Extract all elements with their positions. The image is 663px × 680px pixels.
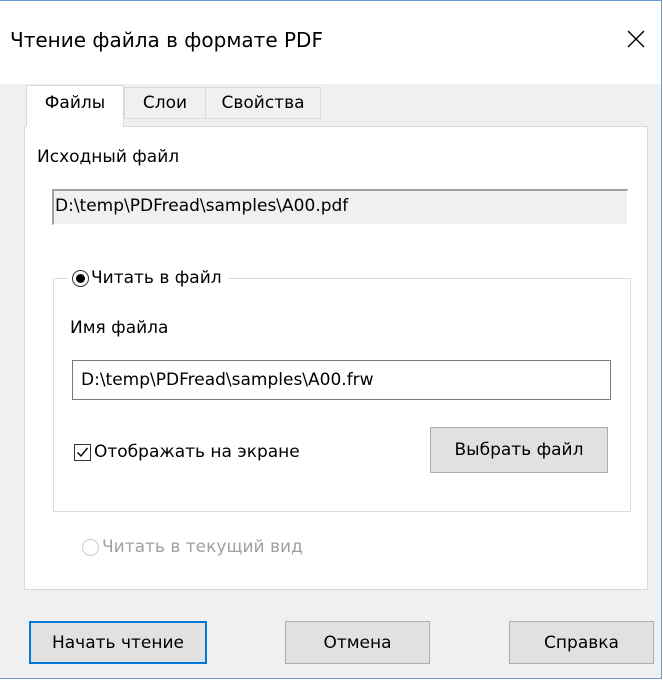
help-button-label: Справка	[544, 632, 619, 653]
title-bar: Чтение файла в формате PDF	[0, 1, 661, 84]
read-to-file-option[interactable]: Читать в файл	[68, 263, 228, 293]
tab-layers[interactable]: Слои	[124, 87, 206, 119]
tab-properties-label: Свойства	[221, 93, 305, 113]
close-icon	[627, 30, 645, 48]
tab-layers-label: Слои	[142, 93, 188, 113]
read-to-file-radio[interactable]	[72, 269, 89, 287]
show-on-screen-label: Отображать на экране	[94, 442, 300, 462]
read-to-current-view-option[interactable]: Читать в текущий вид	[82, 536, 303, 558]
tab-panel-files: Исходный файл D:\temp\PDFread\samples\A0…	[24, 126, 648, 590]
close-button[interactable]	[614, 19, 658, 59]
show-on-screen-checkbox[interactable]	[74, 443, 91, 461]
cancel-button[interactable]: Отмена	[285, 621, 430, 664]
file-name-label: Имя файла	[70, 318, 169, 338]
choose-file-button-label: Выбрать файл	[454, 440, 584, 460]
read-to-file-label: Читать в файл	[91, 268, 222, 288]
tab-files[interactable]: Файлы	[26, 85, 124, 127]
file-name-value: D:\temp\PDFread\samples\A00.frw	[81, 370, 374, 390]
tab-files-label: Файлы	[44, 93, 106, 113]
tab-properties[interactable]: Свойства	[205, 87, 321, 119]
file-name-input[interactable]: D:\temp\PDFread\samples\A00.frw	[72, 360, 611, 400]
source-file-label: Исходный файл	[37, 147, 180, 167]
read-to-file-group: Читать в файл Имя файла D:\temp\PDFread\…	[53, 263, 631, 512]
checkmark-icon	[77, 447, 89, 457]
source-file-value: D:\temp\PDFread\samples\A00.pdf	[55, 196, 349, 216]
start-reading-button-label: Начать чтение	[51, 632, 184, 653]
source-file-field[interactable]: D:\temp\PDFread\samples\A00.pdf	[52, 189, 628, 225]
dialog-title: Чтение файла в формате PDF	[10, 28, 323, 52]
dialog-window: Чтение файла в формате PDF Файлы Слои Св…	[0, 0, 662, 679]
cancel-button-label: Отмена	[323, 632, 392, 653]
read-to-current-view-radio[interactable]	[82, 538, 99, 556]
choose-file-button[interactable]: Выбрать файл	[430, 427, 608, 473]
read-to-current-view-label: Читать в текущий вид	[102, 537, 303, 557]
show-on-screen-option[interactable]: Отображать на экране	[74, 441, 300, 463]
help-button[interactable]: Справка	[509, 621, 654, 664]
start-reading-button[interactable]: Начать чтение	[29, 621, 207, 664]
